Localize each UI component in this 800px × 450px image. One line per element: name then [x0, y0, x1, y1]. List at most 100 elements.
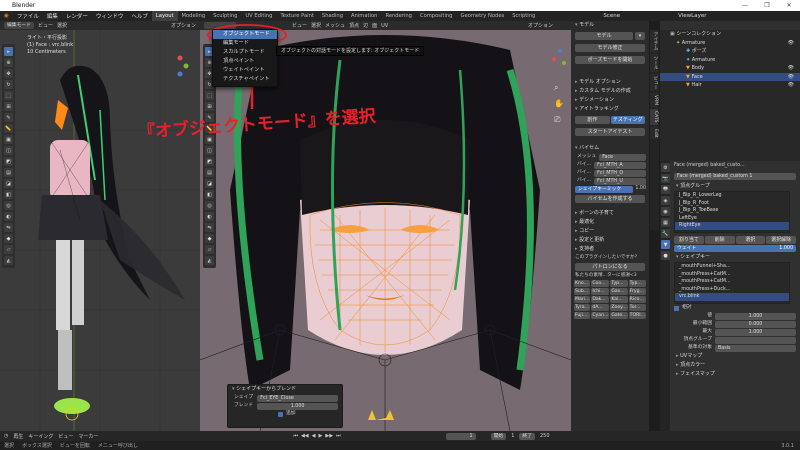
- relative-to-field[interactable]: Basis: [715, 344, 796, 352]
- mode-item-vertex-paint[interactable]: 頂点ペイント: [213, 57, 277, 66]
- workspace-tab-layout[interactable]: Layout: [151, 11, 178, 21]
- supporter-19[interactable]: TORI...: [628, 312, 647, 319]
- viseme-ch-field[interactable]: Fcl_MTH_U: [594, 177, 646, 185]
- main-smooth-tool-icon[interactable]: ◐: [205, 212, 214, 221]
- workspace-tab-texture-paint[interactable]: Texture Paint: [276, 11, 317, 21]
- viseme-o-field[interactable]: Fcl_MTH_O: [594, 169, 646, 177]
- start-eye-test-button[interactable]: スタートアイテスト: [575, 128, 645, 136]
- supporter-11[interactable]: Rico...: [628, 296, 647, 303]
- deselect-button[interactable]: 選択解除: [766, 236, 796, 244]
- end-frame-field[interactable]: 250: [540, 433, 550, 439]
- main-edge-slide-tool-icon[interactable]: ⇋: [205, 223, 214, 232]
- vtab-edit[interactable]: Edit: [650, 126, 658, 140]
- start-frame-field[interactable]: 1: [511, 433, 514, 439]
- mode-item-object[interactable]: オブジェクトモード: [213, 30, 277, 39]
- workspace-tab-modeling[interactable]: Modeling: [178, 11, 210, 21]
- vertex-group-item[interactable]: J_Bip_R_ToeBase: [675, 207, 789, 215]
- remove-button[interactable]: 削除: [704, 236, 735, 244]
- range-min-field[interactable]: 0.000: [715, 320, 796, 328]
- value-field[interactable]: 1.000: [715, 312, 796, 320]
- shapekey-item[interactable]: _mouthPress+CatM...: [675, 278, 789, 286]
- visibility-icon[interactable]: 👁: [788, 39, 794, 48]
- outliner-row-hair[interactable]: ▼ Hair 👁: [660, 81, 800, 90]
- pan-view-icon[interactable]: ✋: [554, 99, 564, 108]
- model-options-section[interactable]: モデル オプション: [571, 78, 649, 87]
- model-fix-button[interactable]: モデル修正: [575, 44, 645, 52]
- timeline-menu-view[interactable]: ビュー: [58, 433, 73, 440]
- supporter-15[interactable]: Tor...: [628, 304, 647, 311]
- mode-item-texture-paint[interactable]: テクスチャペイント: [213, 75, 277, 84]
- prev-key-icon[interactable]: ◀◀: [301, 433, 309, 439]
- settings-updates-section[interactable]: 設定と更新: [571, 236, 649, 245]
- patreon-button[interactable]: パトロンになる: [575, 263, 645, 271]
- main-polybuild-tool-icon[interactable]: ◧: [205, 190, 214, 199]
- left-options-menu[interactable]: オプション: [171, 22, 196, 29]
- workspace-tab-uv-editing[interactable]: UV Editing: [241, 11, 276, 21]
- select-button[interactable]: 選択: [735, 236, 766, 244]
- vtab-cats[interactable]: CATS: [650, 109, 658, 125]
- prop-scene-icon[interactable]: ◈: [661, 196, 670, 205]
- mode-item-edit[interactable]: 編集モード: [213, 39, 277, 48]
- supporter-6[interactable]: Gas...: [610, 288, 628, 295]
- main-spin-tool-icon[interactable]: ◎: [205, 201, 214, 210]
- supporter-0[interactable]: Kno...: [574, 280, 591, 287]
- workspace-tab-shading[interactable]: Shading: [318, 11, 347, 21]
- main-loopcut-tool-icon[interactable]: ▤: [205, 168, 214, 177]
- workspace-tab-compositing[interactable]: Compositing: [416, 11, 457, 21]
- shape-field[interactable]: Fcl_EYE_Close: [257, 394, 338, 402]
- supporter-13[interactable]: dA...: [591, 304, 610, 311]
- gizmo-x-icon[interactable]: [177, 55, 183, 61]
- vtab-item[interactable]: アイテム: [650, 30, 658, 52]
- main-rip-tool-icon[interactable]: ◭: [205, 256, 214, 265]
- outliner-row-face[interactable]: ▼ Face 👁: [660, 72, 800, 81]
- shapekey-item[interactable]: _mouthPress+CatM...: [675, 271, 789, 279]
- range-max-field[interactable]: 1.000: [715, 328, 796, 336]
- prop-object-icon[interactable]: ▦: [661, 218, 670, 227]
- left-mode-selector[interactable]: 編集モード: [4, 22, 34, 29]
- vertex-group-field[interactable]: [715, 336, 796, 344]
- left-menu-view[interactable]: ビュー: [38, 22, 53, 29]
- timeline-menu-marker[interactable]: マーカー: [78, 433, 98, 440]
- shapekey-item[interactable]: _mouthFunnel+Sha...: [675, 263, 789, 271]
- mode-item-sculpt[interactable]: スカルプトモード: [213, 48, 277, 57]
- outliner-scene-collection[interactable]: ▣ シーンコレクション: [660, 30, 800, 39]
- camera-view-icon[interactable]: ⎚: [554, 115, 560, 125]
- outliner-row-armature-data[interactable]: ✦ Armature: [660, 56, 800, 65]
- supporter-5[interactable]: Ichi...: [591, 288, 610, 295]
- current-frame-field[interactable]: 1: [445, 432, 476, 440]
- close-window-button[interactable]: ✕: [778, 0, 800, 11]
- supporter-10[interactable]: Kai...: [610, 296, 628, 303]
- viseme-mesh-field[interactable]: Face: [599, 153, 646, 161]
- visibility-icon[interactable]: 👁: [788, 64, 794, 73]
- relative-checkbox[interactable]: [674, 305, 679, 311]
- create-visemes-button[interactable]: バイセムを作成する: [575, 195, 645, 203]
- workspace-tab-animation[interactable]: Animation: [347, 11, 381, 21]
- prop-tool-icon[interactable]: ⚙: [661, 163, 670, 172]
- jump-start-icon[interactable]: ⏮: [293, 433, 298, 439]
- timeline-menu-playback[interactable]: 再生: [13, 433, 23, 440]
- prop-modifier-icon[interactable]: 🔧: [661, 229, 670, 238]
- eye-tracking-section[interactable]: アイトラッキング: [571, 105, 649, 114]
- main-menu-uv[interactable]: UV: [381, 23, 388, 29]
- eye-tab-create[interactable]: 創作: [575, 116, 610, 124]
- outliner-row-pose[interactable]: ✚ ポーズ: [660, 47, 800, 56]
- prop-output-icon[interactable]: 🖶: [661, 185, 670, 194]
- minimize-button[interactable]: —: [734, 0, 756, 11]
- custom-model-section[interactable]: カスタム モデルの作成: [571, 87, 649, 96]
- supporter-3[interactable]: Typ...: [628, 280, 647, 287]
- shapekeys-list[interactable]: _mouthFunnel+Sha... _mouthPress+CatM... …: [674, 262, 790, 304]
- main-shrink-tool-icon[interactable]: ◆: [205, 234, 214, 243]
- vertex-groups-header[interactable]: 頂点グループ: [672, 182, 800, 191]
- assign-button[interactable]: 割り当て: [674, 236, 704, 244]
- face-maps-header[interactable]: フェイスマップ: [672, 370, 800, 379]
- supporters-section[interactable]: 支持者: [571, 245, 649, 254]
- prop-render-icon[interactable]: 📷: [661, 174, 670, 183]
- supporter-4[interactable]: Sub...: [574, 288, 591, 295]
- supporter-14[interactable]: Zoey...: [610, 304, 628, 311]
- workspace-tab-rendering[interactable]: Rendering: [381, 11, 416, 21]
- model-button[interactable]: モデル: [575, 32, 633, 40]
- viseme-a-field[interactable]: Fcl_MTH_A: [594, 161, 646, 169]
- play-icon[interactable]: ▶: [319, 433, 323, 439]
- menu-help[interactable]: ヘルプ: [127, 12, 152, 20]
- workspace-tab-scripting[interactable]: Scripting: [508, 11, 539, 21]
